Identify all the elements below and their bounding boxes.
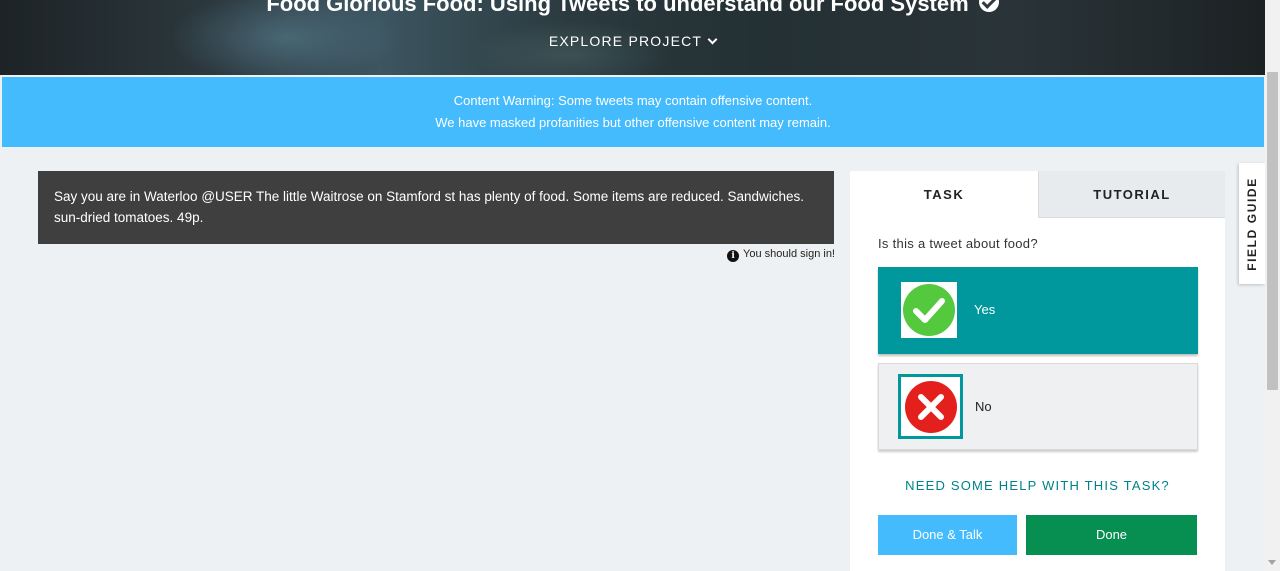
info-icon: i	[727, 250, 740, 262]
task-panel: TASK TUTORIAL Is this a tweet about food…	[850, 171, 1225, 571]
tweet-text: Say you are in Waterloo @USER The little…	[54, 189, 805, 225]
page-scrollbar[interactable]	[1265, 0, 1280, 571]
answer-yes-button[interactable]: Yes	[878, 267, 1198, 354]
red-x-icon	[904, 380, 957, 433]
answer-yes-image	[901, 282, 957, 338]
project-hero-banner: Food Glorious Food: Using Tweets to unde…	[0, 0, 1265, 75]
scrollbar-thumb[interactable]	[1267, 72, 1278, 390]
content-warning-banner: Content Warning: Some tweets may contain…	[2, 77, 1264, 147]
signin-notice-text: You should sign in!	[743, 248, 835, 260]
green-check-icon	[903, 284, 955, 336]
tab-task-label: TASK	[923, 187, 965, 202]
tweet-subject: Say you are in Waterloo @USER The little…	[38, 171, 834, 244]
signin-notice[interactable]: i You should sign in!	[600, 248, 835, 262]
answer-no-button[interactable]: No	[878, 363, 1198, 450]
content-warning-line-1: Content Warning: Some tweets may contain…	[453, 93, 813, 108]
project-title: Food Glorious Food: Using Tweets to unde…	[266, 0, 969, 16]
done-button[interactable]: Done	[1026, 515, 1197, 555]
field-guide-label: FIELD GUIDE	[1245, 176, 1259, 271]
field-guide-tab[interactable]: FIELD GUIDE	[1239, 163, 1265, 284]
answer-yes-label: Yes	[974, 302, 996, 317]
task-question: Is this a tweet about food?	[878, 236, 1038, 251]
tab-tutorial[interactable]: TUTORIAL	[1038, 171, 1225, 218]
answer-no-label: No	[975, 399, 992, 414]
task-help-link[interactable]: NEED SOME HELP WITH THIS TASK?	[850, 478, 1225, 493]
project-title-row: Food Glorious Food: Using Tweets to unde…	[0, 0, 1265, 17]
scroll-down-arrow-icon[interactable]	[1268, 560, 1276, 565]
explore-project-button[interactable]: EXPLORE PROJECT	[0, 33, 1265, 49]
explore-project-label: EXPLORE PROJECT	[548, 33, 703, 49]
verified-check-icon	[978, 0, 999, 13]
tab-task[interactable]: TASK	[850, 171, 1038, 218]
tab-tutorial-label: TUTORIAL	[1093, 187, 1171, 202]
done-and-talk-button[interactable]: Done & Talk	[878, 515, 1017, 555]
chevron-down-icon	[707, 34, 718, 45]
content-warning-line-2: We have masked profanities but other off…	[435, 115, 831, 130]
answer-no-image	[898, 374, 963, 439]
